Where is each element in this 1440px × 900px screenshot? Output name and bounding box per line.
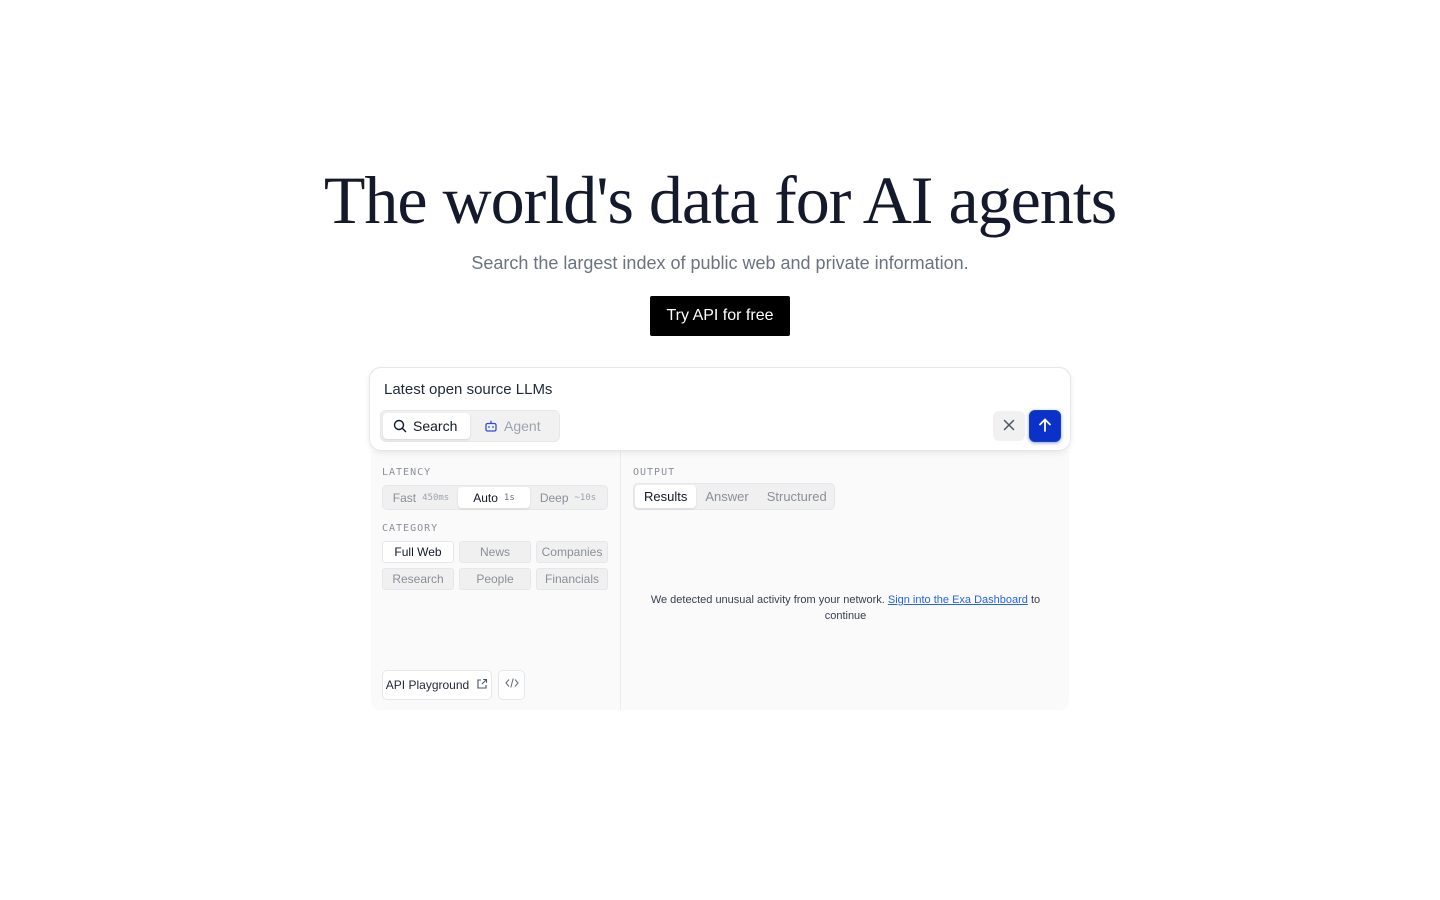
- mode-search-button[interactable]: Search: [383, 413, 470, 439]
- category-grid: Full Web News Companies Research People …: [382, 541, 608, 590]
- output-label: OUTPUT: [633, 467, 676, 478]
- hero-subtitle: Search the largest index of public web a…: [471, 253, 969, 273]
- mode-agent-button[interactable]: Agent: [470, 413, 557, 439]
- search-icon: [393, 419, 407, 433]
- category-full-web-button[interactable]: Full Web: [382, 541, 454, 563]
- tab-results[interactable]: Results: [635, 485, 697, 508]
- latency-fast-tag: 450ms: [422, 492, 450, 503]
- options-left-column: LATENCY Fast 450ms Auto 1s Deep ~10s CAT…: [371, 451, 621, 710]
- api-playground-label: API Playground: [385, 678, 470, 692]
- latency-fast-button[interactable]: Fast 450ms: [384, 487, 458, 508]
- notice-text: We detected unusual activity from your n…: [650, 594, 885, 606]
- latency-auto-label: Auto: [473, 490, 498, 505]
- clear-button[interactable]: [993, 411, 1025, 441]
- latency-auto-button[interactable]: Auto 1s: [458, 487, 530, 508]
- sign-in-dashboard-link[interactable]: Sign into the Exa Dashboard: [888, 594, 1028, 606]
- category-news-button[interactable]: News: [459, 541, 531, 563]
- options-panel: LATENCY Fast 450ms Auto 1s Deep ~10s CAT…: [371, 451, 1069, 710]
- latency-deep-tag: ~10s: [574, 492, 597, 503]
- category-label: CATEGORY: [382, 523, 439, 534]
- close-icon: [1003, 419, 1015, 434]
- external-link-icon: [476, 678, 488, 693]
- submit-button[interactable]: [1029, 410, 1061, 442]
- search-box: Latest open source LLMs Search Agent: [369, 367, 1071, 451]
- latency-auto-tag: 1s: [503, 492, 515, 503]
- latency-selector: Fast 450ms Auto 1s Deep ~10s: [382, 485, 608, 510]
- arrow-up-icon: [1037, 417, 1053, 436]
- latency-deep-label: Deep: [539, 490, 569, 505]
- mode-search-label: Search: [413, 418, 458, 434]
- latency-fast-label: Fast: [392, 490, 417, 505]
- latency-deep-button[interactable]: Deep ~10s: [530, 487, 606, 508]
- mode-agent-label: Agent: [504, 418, 541, 434]
- latency-label: LATENCY: [382, 467, 432, 478]
- search-query-input[interactable]: Latest open source LLMs: [384, 381, 552, 398]
- api-playground-button[interactable]: API Playground: [382, 670, 492, 700]
- category-research-button[interactable]: Research: [382, 568, 454, 590]
- unusual-activity-notice: We detected unusual activity from your n…: [642, 592, 1049, 624]
- output-tabs: Results Answer Structured: [633, 483, 835, 510]
- code-icon: [504, 676, 519, 694]
- mode-toggle: Search Agent: [380, 410, 560, 442]
- try-api-button[interactable]: Try API for free: [650, 296, 790, 336]
- category-people-button[interactable]: People: [459, 568, 531, 590]
- robot-icon: [484, 419, 498, 433]
- category-financials-button[interactable]: Financials: [536, 568, 608, 590]
- tab-answer[interactable]: Answer: [696, 485, 757, 508]
- hero-title: The world's data for AI agents: [323, 162, 1117, 238]
- tab-structured[interactable]: Structured: [758, 485, 836, 508]
- view-code-button[interactable]: [498, 670, 525, 700]
- category-companies-button[interactable]: Companies: [536, 541, 608, 563]
- output-column: OUTPUT Results Answer Structured We dete…: [622, 451, 1069, 710]
